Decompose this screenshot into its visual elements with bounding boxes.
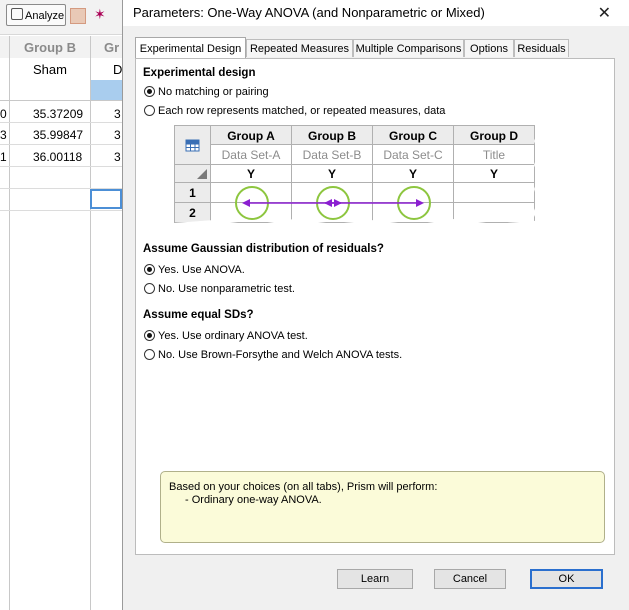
gaussian-heading: Assume Gaussian distribution of residual…	[143, 243, 384, 255]
column-title-sham[interactable]: Sham	[33, 62, 67, 77]
magic-wand-icon[interactable]: ✶	[94, 6, 110, 22]
data-cell-partial[interactable]: 3	[114, 128, 121, 142]
row-stub: 1	[0, 150, 7, 164]
tab-residuals[interactable]: Residuals	[514, 39, 569, 57]
tab-panel-experimental-design: Experimental design No matching or pairi…	[135, 58, 615, 555]
arrowhead-left-icon	[324, 199, 332, 207]
data-cell[interactable]: 35.37209	[33, 107, 83, 121]
data-cell-partial[interactable]: 3	[114, 150, 121, 164]
radio-ordinary-anova[interactable]: Yes. Use ordinary ANOVA test.	[144, 329, 308, 343]
experimental-design-heading: Experimental design	[143, 67, 256, 79]
sheet-row-line	[0, 210, 122, 211]
radio-repeated-measures[interactable]: Each row represents matched, or repeated…	[144, 104, 445, 118]
analyze-button[interactable]: Analyze	[6, 4, 66, 26]
radio-unselected-icon[interactable]	[144, 349, 155, 360]
column-header-partial[interactable]: Gr	[104, 40, 119, 55]
cancel-button[interactable]: Cancel	[434, 569, 506, 589]
arrowhead-right-icon	[416, 199, 424, 207]
data-cell[interactable]: 36.00118	[33, 150, 82, 164]
row-stub: 0	[0, 107, 7, 121]
analyze-icon	[11, 8, 23, 20]
radio-selected-icon[interactable]	[144, 264, 155, 275]
tab-options[interactable]: Options	[464, 39, 514, 57]
design-illustration-table: Group A Group B Group C Group D Data Set…	[174, 125, 546, 233]
radio-use-nonparametric[interactable]: No. Use nonparametric test.	[144, 282, 295, 296]
close-icon[interactable]: ✕	[598, 3, 611, 23]
anova-parameters-dialog: Parameters: One-Way ANOVA (and Nonparame…	[122, 0, 629, 610]
sheet-row-line	[0, 122, 122, 123]
sheet-row-line	[0, 166, 122, 167]
selected-cell[interactable]	[90, 189, 122, 209]
radio-selected-icon[interactable]	[144, 86, 155, 97]
design-illustration-overlay	[174, 125, 546, 233]
dialog-titlebar[interactable]: Parameters: One-Way ANOVA (and Nonparame…	[123, 0, 629, 26]
tab-experimental-design[interactable]: Experimental Design	[135, 37, 246, 58]
radio-brown-forsythe-welch[interactable]: No. Use Brown-Forsythe and Welch ANOVA t…	[144, 348, 402, 362]
tab-repeated-measures[interactable]: Repeated Measures	[246, 39, 353, 57]
data-cell[interactable]: 35.99847	[33, 128, 83, 142]
dialog-title: Parameters: One-Way ANOVA (and Nonparame…	[133, 5, 485, 20]
radio-unselected-icon[interactable]	[144, 283, 155, 294]
arrowhead-left-icon	[242, 199, 250, 207]
equal-sds-heading: Assume equal SDs?	[143, 309, 254, 321]
row-stub: 3	[0, 128, 7, 142]
subcolumn-header-highlight	[90, 80, 122, 100]
arrowhead-right-icon	[334, 199, 342, 207]
radio-use-anova[interactable]: Yes. Use ANOVA.	[144, 263, 245, 277]
learn-button[interactable]: Learn	[337, 569, 413, 589]
ok-button[interactable]: OK	[530, 569, 603, 589]
radio-unselected-icon[interactable]	[144, 105, 155, 116]
radio-selected-icon[interactable]	[144, 330, 155, 341]
summary-line: Based on your choices (on all tabs), Pri…	[169, 481, 438, 493]
sheet-row-line	[0, 144, 122, 145]
table-toolbar-icon[interactable]	[70, 8, 86, 24]
radio-no-matching[interactable]: No matching or pairing	[144, 85, 269, 99]
analysis-summary-box: Based on your choices (on all tabs), Pri…	[160, 471, 605, 543]
column-title-partial[interactable]: D	[113, 62, 122, 77]
summary-method: - Ordinary one-way ANOVA.	[185, 494, 322, 506]
column-header-group-b[interactable]: Group B	[24, 40, 76, 55]
tab-multiple-comparisons[interactable]: Multiple Comparisons	[353, 39, 464, 57]
data-cell-partial[interactable]: 3	[114, 107, 121, 121]
